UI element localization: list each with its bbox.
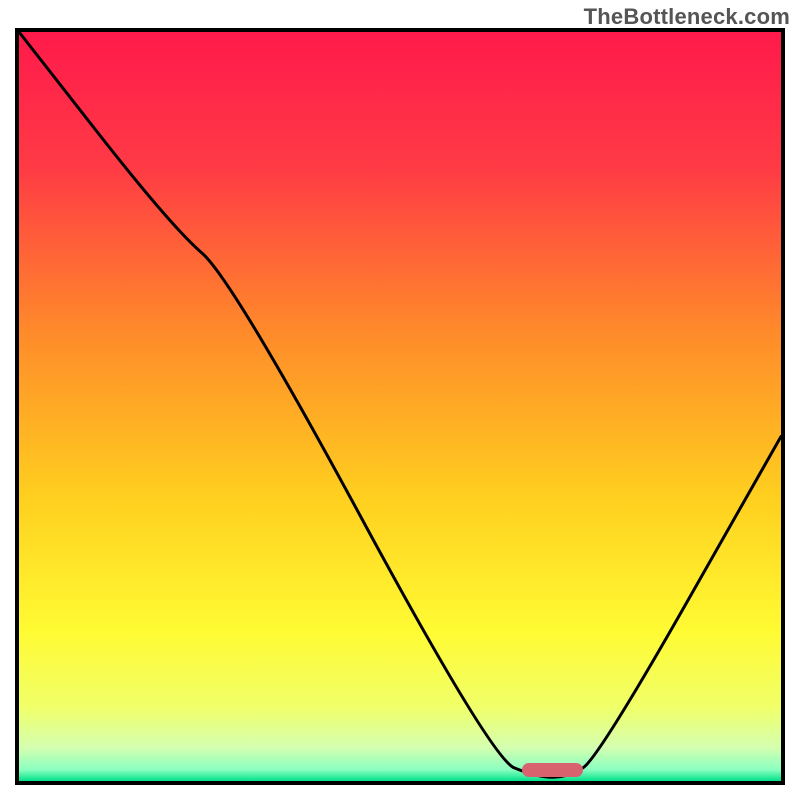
bottleneck-chart: TheBottleneck.com [0,0,800,800]
watermark-text: TheBottleneck.com [584,4,790,30]
curve-layer [19,32,781,781]
sweet-spot-marker [522,763,583,777]
bottleneck-curve [19,32,781,777]
plot-area [15,28,785,785]
